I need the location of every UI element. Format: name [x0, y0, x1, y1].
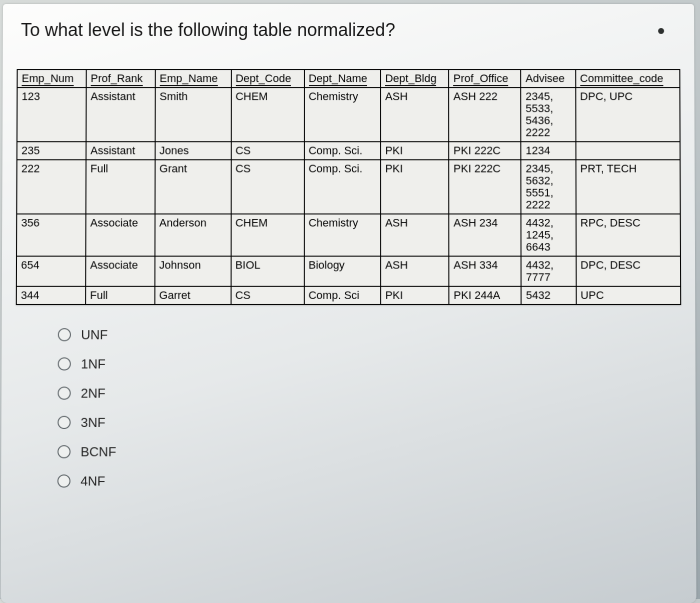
table-row: 344FullGarretCSComp. SciPKIPKI 244A5432U…	[16, 286, 680, 304]
cell-dept_code: CHEM	[231, 214, 304, 256]
cell-prof_rank: Full	[86, 160, 155, 214]
cell-dept_code: CS	[231, 160, 304, 214]
cell-dept_name: Chemistry	[304, 214, 381, 256]
col-emp-num: Emp_Num	[17, 70, 86, 88]
col-advisee: Advisee	[521, 70, 575, 88]
cell-committee: DPC, DESC	[576, 256, 681, 286]
radio-icon[interactable]	[57, 474, 70, 487]
option-label: UNF	[81, 327, 108, 342]
cell-committee: UPC	[576, 286, 681, 304]
normalization-table: Emp_Num Prof_Rank Emp_Name Dept_Code Dep…	[16, 69, 681, 305]
table-row: 654AssociateJohnsonBIOLBiologyASHASH 334…	[16, 256, 680, 286]
cell-dept_code: BIOL	[231, 256, 304, 286]
cell-prof_rank: Assistant	[86, 142, 155, 160]
cell-dept_bldg: PKI	[381, 286, 449, 304]
cell-dept_name: Biology	[304, 256, 381, 286]
col-dept-name: Dept_Name	[304, 70, 381, 88]
table-row: 356AssociateAndersonCHEMChemistryASHASH …	[17, 214, 681, 256]
cell-dept_code: CHEM	[231, 88, 304, 142]
cell-committee	[576, 142, 680, 160]
cell-emp_name: Jones	[155, 142, 231, 160]
radio-icon[interactable]	[58, 328, 71, 341]
cell-emp_num: 123	[17, 88, 86, 142]
col-dept-code: Dept_Code	[231, 70, 304, 88]
col-prof-office: Prof_Office	[449, 70, 521, 88]
cell-dept_bldg: ASH	[381, 214, 449, 256]
radio-icon[interactable]	[58, 357, 71, 370]
cell-dept_bldg: ASH	[381, 256, 449, 286]
cell-emp_num: 344	[16, 286, 85, 304]
table-row: 222FullGrantCSComp. Sci.PKIPKI 222C2345,…	[17, 160, 681, 214]
option-3nf[interactable]: 3NF	[58, 415, 682, 430]
radio-icon[interactable]	[58, 416, 71, 429]
col-dept-bldg: Dept_Bldg	[381, 70, 449, 88]
option-unf[interactable]: UNF	[58, 327, 681, 342]
option-2nf[interactable]: 2NF	[58, 386, 682, 401]
cell-dept_code: CS	[231, 286, 304, 304]
cell-prof_rank: Associate	[86, 214, 155, 256]
cell-emp_name: Smith	[155, 88, 231, 142]
option-label: 3NF	[81, 415, 106, 430]
cell-advisee: 2345,5632,5551,2222	[521, 160, 576, 214]
cell-prof_office: ASH 334	[449, 256, 521, 286]
option-label: 1NF	[81, 356, 106, 371]
option-label: 2NF	[81, 386, 106, 401]
cell-emp_name: Johnson	[155, 256, 231, 286]
cell-advisee: 5432	[521, 286, 576, 304]
cell-prof_office: PKI 222C	[449, 142, 521, 160]
cell-dept_name: Chemistry	[304, 88, 381, 142]
cell-dept_name: Comp. Sci.	[304, 160, 381, 214]
option-1nf[interactable]: 1NF	[58, 356, 682, 371]
cell-advisee: 4432,7777	[521, 256, 576, 286]
cell-emp_num: 356	[17, 214, 86, 256]
cell-dept_name: Comp. Sci.	[304, 142, 381, 160]
cell-prof_rank: Full	[85, 286, 154, 304]
cell-dept_bldg: ASH	[381, 88, 449, 142]
cell-prof_office: ASH 222	[449, 88, 521, 142]
cell-advisee: 1234	[521, 142, 576, 160]
option-label: BCNF	[81, 444, 117, 459]
radio-icon[interactable]	[57, 445, 70, 458]
cell-dept_name: Comp. Sci	[304, 286, 381, 304]
table-row: 235AssistantJonesCSComp. Sci.PKIPKI 222C…	[17, 142, 680, 160]
option-bcnf[interactable]: BCNF	[57, 444, 681, 459]
cell-prof_office: PKI 222C	[449, 160, 521, 214]
cell-prof_rank: Associate	[86, 256, 155, 286]
cell-advisee: 2345,5533,5436,2222	[521, 88, 576, 142]
cell-emp_num: 222	[17, 160, 86, 214]
table-row: 123AssistantSmithCHEMChemistryASHASH 222…	[17, 88, 680, 142]
cell-prof_office: ASH 234	[449, 214, 521, 256]
option-label: 4NF	[80, 473, 105, 488]
radio-icon[interactable]	[58, 387, 71, 400]
cell-dept_bldg: PKI	[381, 160, 449, 214]
option-4nf[interactable]: 4NF	[57, 473, 682, 488]
cell-committee: PRT, TECH	[576, 160, 681, 214]
cell-committee: RPC, DESC	[576, 214, 681, 256]
cell-emp_name: Grant	[155, 160, 231, 214]
cell-emp_name: Anderson	[155, 214, 231, 256]
col-prof-rank: Prof_Rank	[86, 70, 155, 88]
question-text: To what level is the following table nor…	[21, 20, 680, 41]
col-committee-code: Committee_code	[575, 70, 679, 88]
cell-prof_office: PKI 244A	[449, 286, 521, 304]
cell-dept_bldg: PKI	[381, 142, 449, 160]
cell-emp_name: Garret	[155, 286, 231, 304]
answer-options: UNF 1NF 2NF 3NF BCNF 4NF	[57, 327, 682, 488]
cell-dept_code: CS	[231, 142, 304, 160]
cell-committee: DPC, UPC	[576, 88, 681, 142]
cell-advisee: 4432,1245,6643	[521, 214, 576, 256]
cell-emp_num: 235	[17, 142, 86, 160]
cell-prof_rank: Assistant	[86, 88, 155, 142]
table-header-row: Emp_Num Prof_Rank Emp_Name Dept_Code Dep…	[17, 70, 680, 88]
cell-emp_num: 654	[16, 256, 85, 286]
col-emp-name: Emp_Name	[155, 70, 231, 88]
page-mark	[658, 28, 664, 34]
